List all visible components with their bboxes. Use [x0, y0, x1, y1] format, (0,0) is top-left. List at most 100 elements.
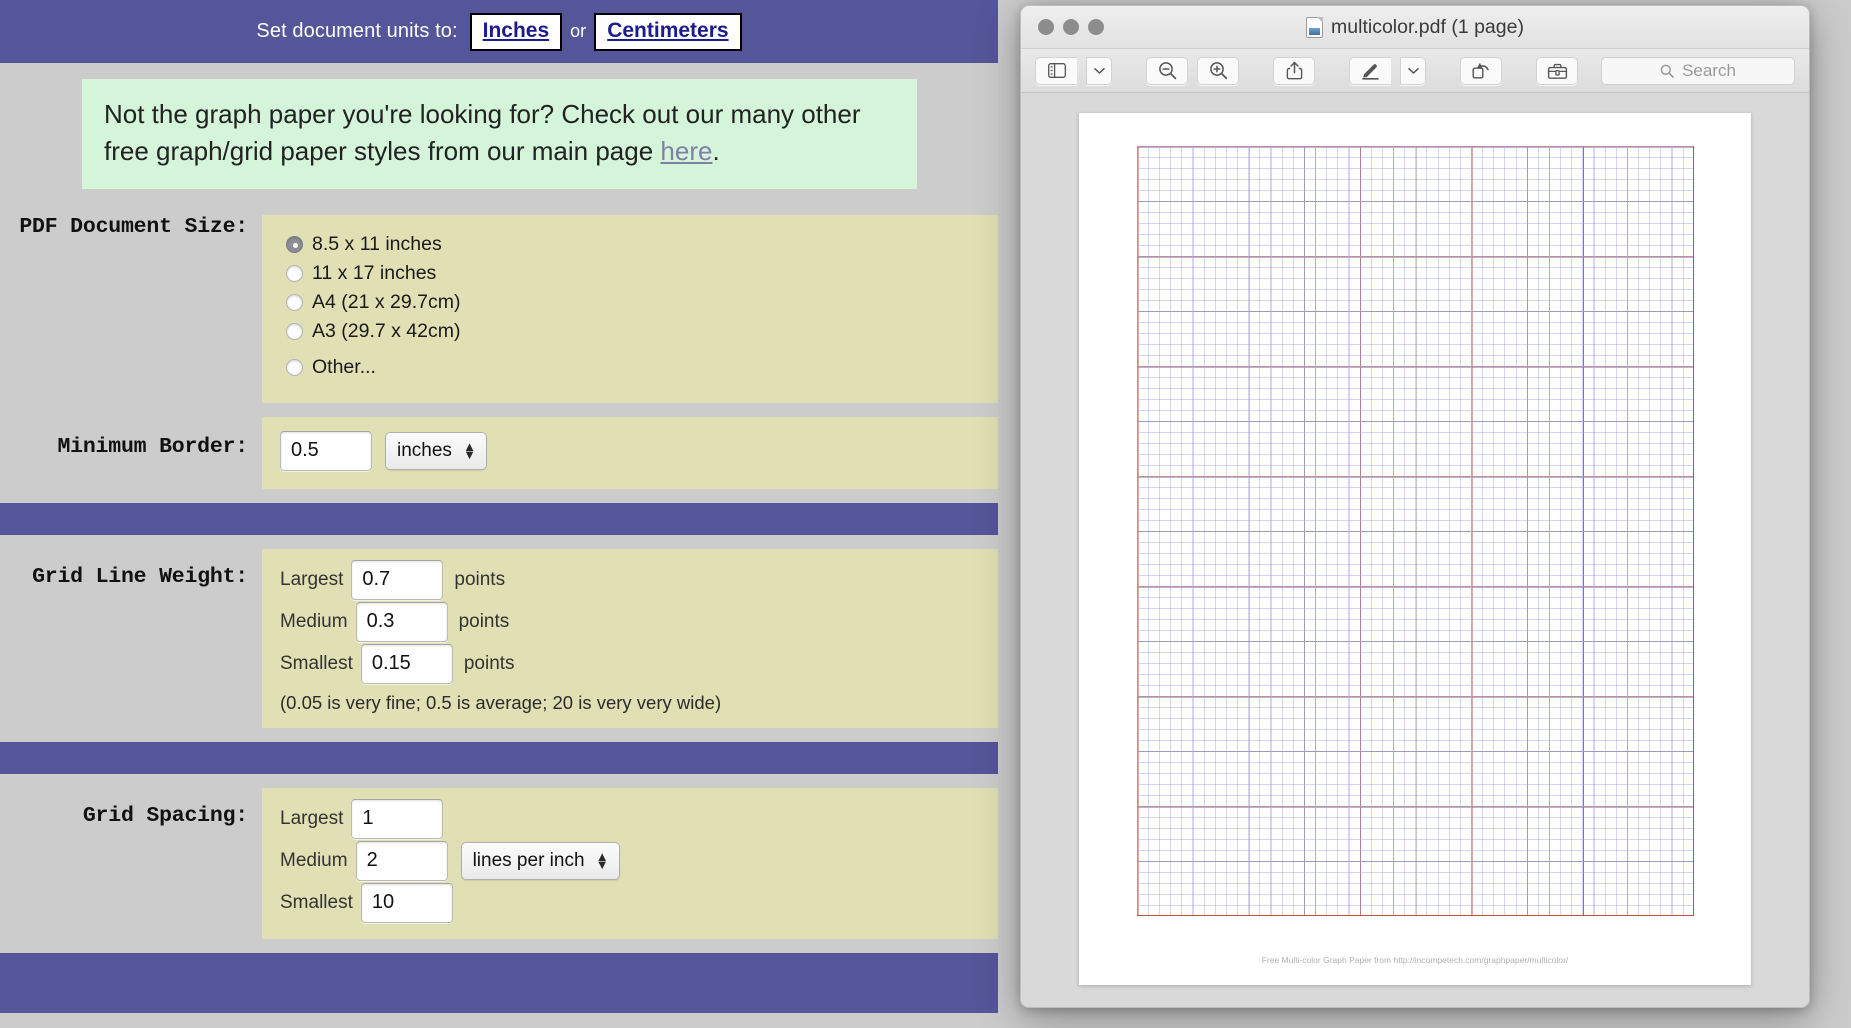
grid-line-weight-smallest-row: Smallest points: [262, 643, 998, 684]
other-styles-notice: Not the graph paper you're looking for? …: [82, 79, 917, 189]
radio-option-label: A4 (21 x 29.7cm): [312, 291, 461, 314]
grid-spacing-field: Largest Medium lines per inch ▲▼: [262, 787, 998, 939]
share-icon: [1286, 61, 1302, 80]
radio-option-label: A3 (29.7 x 42cm): [312, 320, 461, 343]
grid-line-weight-medium-row: Medium points: [262, 601, 998, 642]
radio-button-icon[interactable]: [286, 359, 303, 377]
minimum-border-unit-select[interactable]: inches: [385, 431, 487, 470]
radio-option-a3[interactable]: A3 (29.7 x 42cm): [286, 318, 998, 346]
minimum-border-field: inches ▲▼: [262, 416, 998, 489]
grid-line-weight-field: Largest points Medium points Smallest po…: [262, 548, 998, 728]
toolbox-button[interactable]: [1536, 56, 1578, 85]
radio-button-icon[interactable]: [286, 323, 303, 341]
preview-toolbar: Search: [1021, 49, 1809, 93]
multicolor-grid: [1137, 146, 1694, 916]
markup-button[interactable]: [1349, 56, 1391, 85]
markup-pen-icon: [1361, 63, 1379, 80]
units-centimeters-link[interactable]: Centimeters: [607, 19, 728, 42]
unit-label: points: [458, 610, 510, 632]
markup-options-button[interactable]: [1400, 56, 1426, 85]
close-button-icon[interactable]: [1038, 19, 1054, 35]
grid-line-weight-largest-row: Largest points: [262, 559, 998, 600]
grid-spacing-label: Grid Spacing:: [82, 803, 248, 828]
share-button[interactable]: [1273, 56, 1315, 85]
radio-button-icon[interactable]: [286, 294, 303, 312]
zoom-in-icon: [1209, 62, 1227, 80]
radio-button-icon[interactable]: [286, 265, 303, 283]
grid-spacing-largest-input[interactable]: [351, 798, 444, 839]
zoom-out-button[interactable]: [1146, 56, 1188, 85]
grid-line-weight-row: Grid Line Weight: Largest points Medium …: [0, 548, 998, 728]
pdf-canvas[interactable]: Free Multi-color Graph Paper from http:/…: [1021, 93, 1809, 1007]
sidebar-options-button[interactable]: [1086, 56, 1112, 85]
search-field[interactable]: Search: [1601, 56, 1795, 85]
grid-spacing-medium-row: Medium lines per inch ▲▼: [262, 840, 998, 881]
pdf-page-caption: Free Multi-color Graph Paper from http:/…: [1261, 955, 1569, 965]
grid-spacing-medium-input[interactable]: [355, 840, 448, 881]
section-spacer: [0, 938, 998, 953]
document-units-label: Set document units to:: [256, 20, 458, 42]
minimum-border-row: Minimum Border: inches ▲▼: [0, 416, 998, 489]
radio-option-letter[interactable]: 8.5 x 11 inches: [286, 231, 998, 259]
grid-spacing-unit-select-wrap[interactable]: lines per inch ▲ ▼: [460, 841, 620, 880]
grid-spacing-unit-select[interactable]: lines per inch: [460, 841, 620, 880]
grid-line-weight-label: Grid Line Weight:: [32, 564, 248, 589]
window-titlebar[interactable]: multicolor.pdf (1 page): [1021, 6, 1809, 49]
section-spacer: [0, 402, 998, 417]
document-units-bar: Set document units to: Inches or Centime…: [0, 0, 998, 63]
row-name-label: Smallest: [280, 891, 353, 913]
minimum-border-controls: inches ▲▼: [262, 430, 998, 471]
grid-spacing-smallest-input[interactable]: [360, 882, 453, 923]
notice-container: Not the graph paper you're looking for? …: [0, 63, 998, 189]
zoom-in-button[interactable]: [1197, 56, 1239, 85]
toolbox-icon: [1547, 63, 1567, 79]
row-name-label: Medium: [280, 849, 348, 871]
graph-paper-form-pane: Set document units to: Inches or Centime…: [0, 0, 998, 1028]
bottom-divider-bar: [0, 952, 998, 1013]
units-inches-button[interactable]: Inches: [469, 12, 563, 51]
notice-here-link[interactable]: here: [660, 136, 712, 166]
window-traffic-lights: [1021, 19, 1104, 35]
zoom-out-icon: [1158, 62, 1176, 80]
zoom-button-icon[interactable]: [1088, 19, 1104, 35]
section-divider-bar: [0, 502, 998, 535]
grid-spacing-row: Grid Spacing: Largest Medium lines per i…: [0, 787, 998, 939]
minimum-border-unit-select-wrap[interactable]: inches ▲ ▼: [385, 431, 487, 470]
radio-option-a4[interactable]: A4 (21 x 29.7cm): [286, 289, 998, 317]
section-spacer: [0, 534, 998, 549]
rotate-left-icon: [1472, 63, 1489, 79]
section-spacer: [0, 727, 998, 742]
row-name-label: Medium: [280, 610, 348, 632]
radio-option-tabloid[interactable]: 11 x 17 inches: [286, 260, 998, 288]
units-centimeters-button[interactable]: Centimeters: [594, 12, 742, 51]
row-name-label: Largest: [280, 807, 344, 829]
radio-button-icon[interactable]: [286, 236, 303, 254]
window-title: multicolor.pdf (1 page): [1331, 15, 1524, 38]
radio-option-other[interactable]: Other...: [286, 354, 998, 382]
sidebar-toggle-button[interactable]: [1035, 56, 1077, 85]
row-name-label: Smallest: [280, 652, 353, 674]
units-inches-link[interactable]: Inches: [483, 19, 550, 42]
row-name-label: Largest: [280, 568, 344, 590]
pdf-page: Free Multi-color Graph Paper from http:/…: [1079, 113, 1751, 985]
radio-option-label: 11 x 17 inches: [312, 262, 437, 285]
notice-text-after: .: [712, 135, 720, 166]
search-placeholder-text: Search: [1682, 60, 1736, 80]
screenshot-root: Set document units to: Inches or Centime…: [0, 0, 1851, 1028]
minimum-border-input[interactable]: [280, 430, 372, 471]
grid-line-weight-note: (0.05 is very fine; 0.5 is average; 20 i…: [280, 691, 722, 713]
pdf-document-size-row: PDF Document Size: 8.5 x 11 inches 11 x …: [0, 214, 998, 403]
radio-option-label: 8.5 x 11 inches: [312, 233, 442, 256]
grid-line-weight-medium-input[interactable]: [355, 601, 448, 642]
notice-text-before: Not the graph paper you're looking for? …: [104, 99, 861, 166]
window-title-group: multicolor.pdf (1 page): [1021, 16, 1809, 39]
units-or-label: or: [570, 21, 587, 41]
unit-label: points: [454, 568, 506, 590]
grid-line-weight-largest-input[interactable]: [351, 559, 444, 600]
rotate-button[interactable]: [1460, 56, 1502, 85]
preview-window: multicolor.pdf (1 page) Search Free Mult…: [1020, 5, 1810, 1008]
grid-line-weight-smallest-input[interactable]: [360, 643, 453, 684]
radio-option-label: Other...: [312, 356, 376, 379]
minimize-button-icon[interactable]: [1063, 19, 1079, 35]
sidebar-toggle-icon: [1047, 63, 1066, 78]
